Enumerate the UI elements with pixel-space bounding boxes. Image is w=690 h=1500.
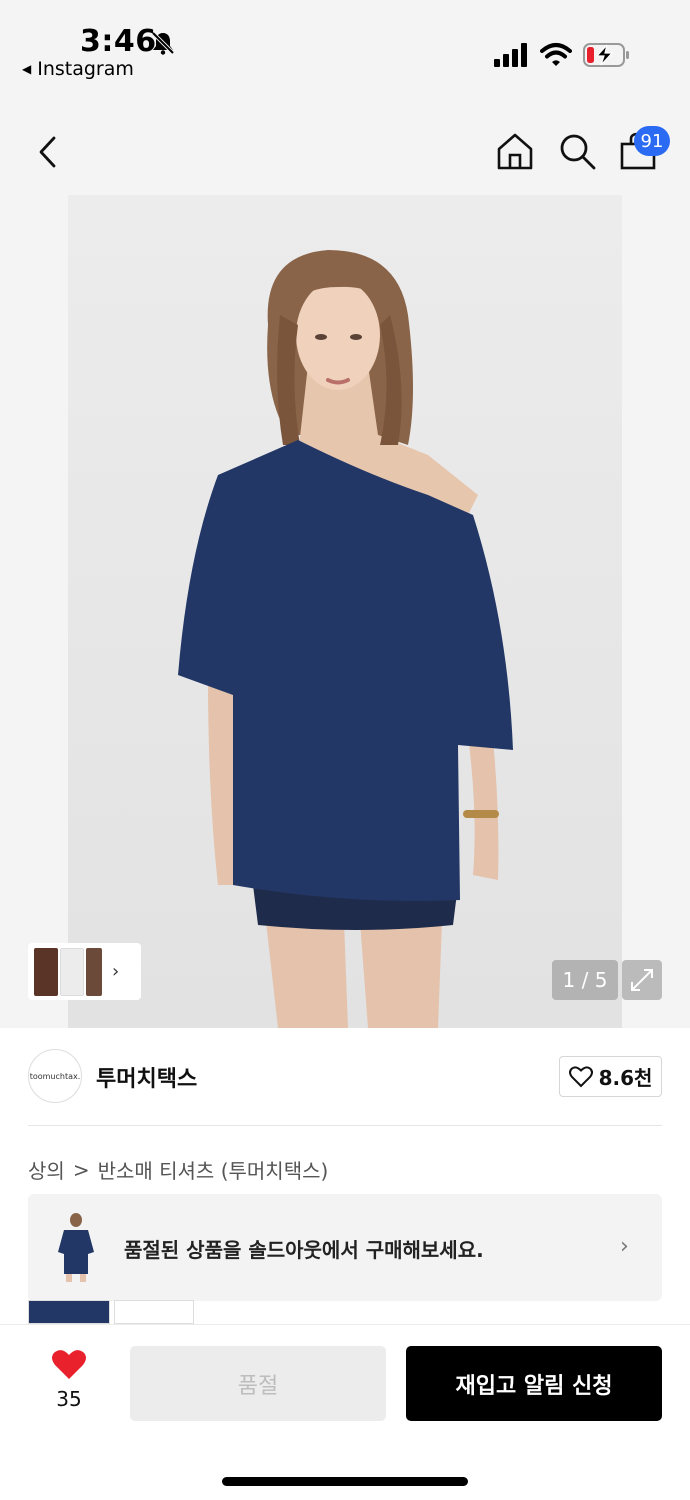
chevron-right-icon: > — [72, 1157, 90, 1182]
breadcrumb-subcategory[interactable]: 반소매 티셔츠 (투머치택스) — [98, 1155, 329, 1184]
restock-alert-button[interactable]: 재입고 알림 신청 — [406, 1346, 662, 1421]
soldout-button: 품절 — [130, 1346, 386, 1421]
home-indicator — [222, 1477, 468, 1486]
wifi-icon — [540, 43, 572, 66]
home-button[interactable] — [492, 128, 538, 174]
brand-logo-text: toomuchtax. — [29, 1071, 81, 1081]
chevron-right-icon: › — [112, 961, 120, 982]
cellular-signal-icon — [494, 43, 527, 67]
search-button[interactable] — [554, 128, 600, 174]
product-image-gallery[interactable]: › 1 / 5 — [0, 195, 690, 1028]
cart-count-badge: 91 — [634, 126, 670, 156]
expand-image-button[interactable] — [622, 960, 662, 1000]
wishlist-button[interactable]: 35 — [46, 1349, 92, 1411]
brand-row[interactable]: toomuchtax. 투머치택스 8.6천 — [0, 1028, 690, 1126]
brand-like-count: 8.6천 — [598, 1066, 653, 1090]
chevron-right-icon: › — [620, 1234, 629, 1259]
banner-text: 품절된 상품을 솔드아웃에서 구매해보세요. — [124, 1238, 484, 1262]
back-to-app-link[interactable]: ◀ Instagram — [22, 58, 134, 80]
brand-logo[interactable]: toomuchtax. — [28, 1049, 82, 1103]
soldout-market-banner[interactable]: 품절된 상품을 솔드아웃에서 구매해보세요. › — [28, 1194, 662, 1301]
heart-filled-icon — [52, 1350, 86, 1379]
bell-muted-icon — [151, 31, 175, 55]
status-bar: 3:46 ◀ Instagram — [0, 0, 690, 100]
bottom-action-bar: 35 품절 재입고 알림 신청 — [0, 1324, 690, 1500]
thumbnail-3[interactable] — [86, 947, 102, 996]
top-nav — [0, 100, 690, 195]
back-app-label: Instagram — [37, 58, 134, 80]
image-counter: 1 / 5 — [552, 960, 618, 1000]
chevron-left-icon — [39, 136, 56, 168]
section-divider — [28, 1125, 662, 1126]
status-time: 3:46 — [80, 24, 157, 59]
heart-outline-icon — [568, 1065, 593, 1087]
battery-charging-icon — [583, 43, 629, 67]
brand-name[interactable]: 투머치택스 — [96, 1061, 197, 1093]
breadcrumb-category[interactable]: 상의 — [28, 1155, 65, 1184]
color-option-thumb[interactable] — [114, 1300, 194, 1324]
back-button[interactable] — [26, 130, 70, 174]
home-icon — [497, 133, 533, 170]
color-option-thumb[interactable] — [28, 1300, 110, 1324]
wishlist-count: 35 — [56, 1387, 82, 1411]
thumbnail-1[interactable] — [34, 947, 58, 996]
product-photo — [178, 250, 513, 1028]
thumbnail-strip[interactable]: › — [28, 943, 141, 1000]
back-triangle-icon: ◀ — [22, 62, 32, 76]
search-icon — [560, 134, 596, 170]
breadcrumb: 상의 > 반소매 티셔츠 (투머치택스) — [28, 1155, 328, 1184]
expand-icon — [631, 969, 653, 991]
thumbnail-2[interactable] — [60, 947, 84, 996]
brand-like-button[interactable]: 8.6천 — [559, 1056, 662, 1097]
banner-product-image — [58, 1213, 94, 1282]
